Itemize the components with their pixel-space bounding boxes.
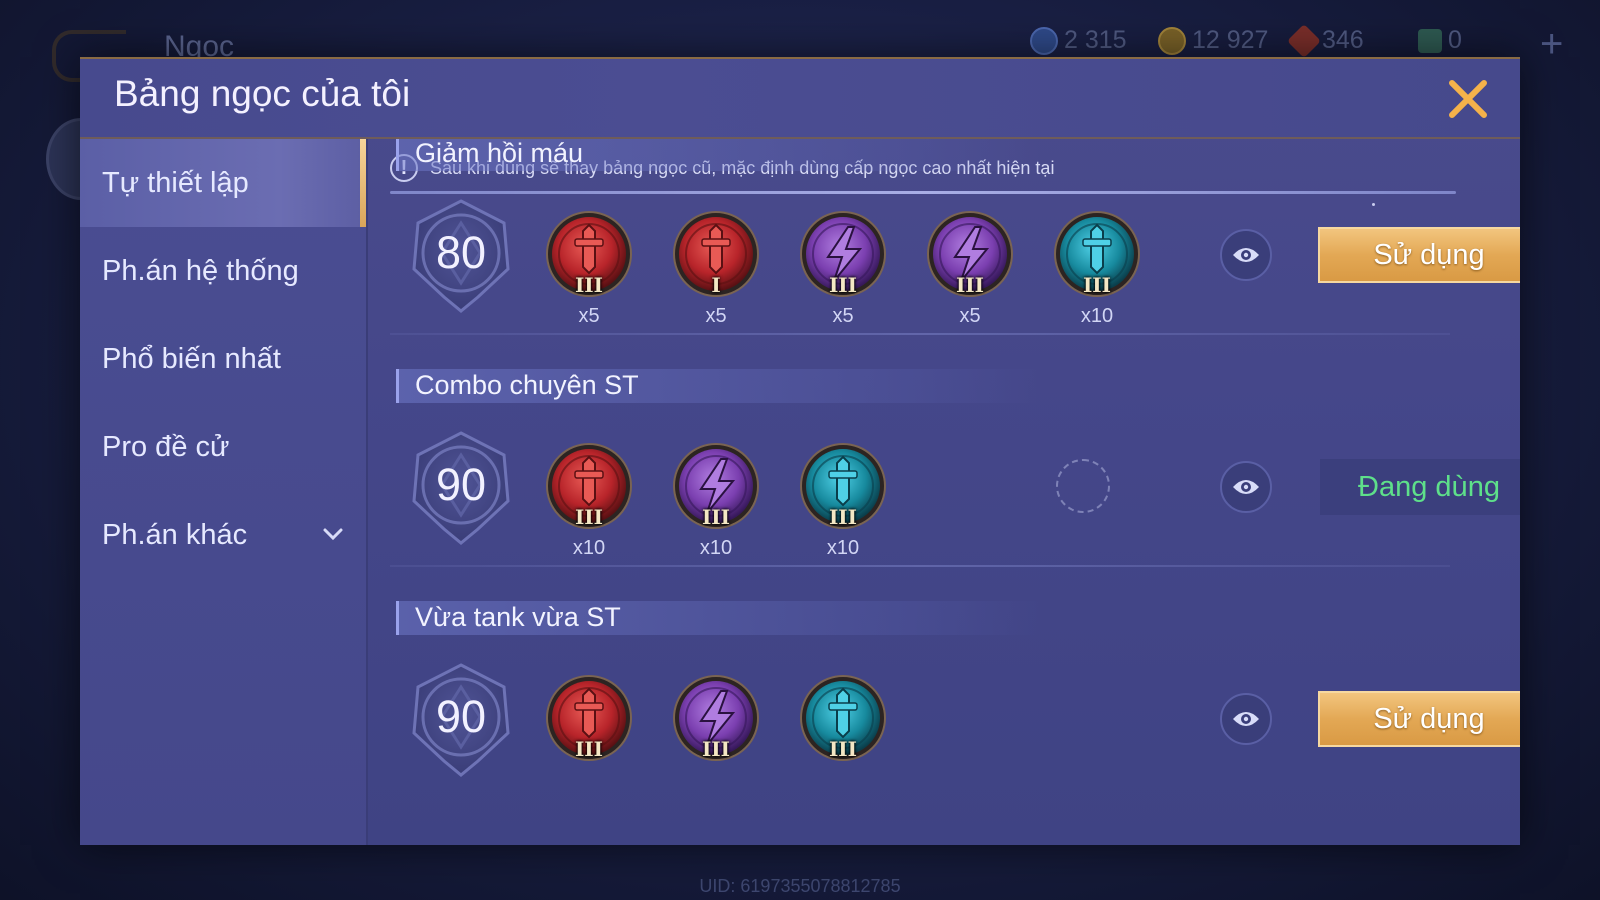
sidebar-item-other-plans[interactable]: Ph.án khác (80, 491, 366, 579)
teal-sword-gem-icon[interactable]: III (798, 441, 888, 537)
gem-count-label: x10 (826, 537, 860, 559)
currency-blue-gem: 2 315 (1030, 26, 1127, 55)
gem-count-label: x10 (699, 537, 733, 559)
teal-sword-gem-icon[interactable]: III (798, 673, 888, 769)
sidebar-item-label: Ph.án khác (102, 518, 248, 551)
sidebar-item-most-popular[interactable]: Phổ biến nhất (80, 315, 366, 403)
dialog-header: Bảng ngọc của tôi (80, 59, 1520, 139)
gem-tier-label: I (711, 273, 721, 297)
red-sword-gem-icon[interactable]: I (671, 209, 761, 305)
gem-tier-label: III (1082, 273, 1112, 297)
use-button[interactable]: Sử dụng (1318, 227, 1520, 283)
blue-gem-coin-icon (1030, 26, 1058, 55)
gem-count-label: x5 (959, 305, 981, 327)
gem-tier-label: III (574, 273, 604, 297)
gem-count-label: x5 (832, 305, 854, 327)
section-title: Giảm hồi máu (415, 139, 584, 168)
gem-tier-label: III (574, 505, 604, 529)
level-value: 80 (435, 227, 487, 278)
section-title: Combo chuyên ST (415, 370, 639, 400)
gem-tier-label: III (701, 505, 731, 529)
sidebar-item-custom[interactable]: Tự thiết lập (80, 139, 366, 227)
sidebar: Tự thiết lập Ph.án hệ thống Phổ biến nhấ… (80, 139, 368, 845)
dialog-title: Bảng ngọc của tôi (114, 73, 411, 114)
section-header: Vừa tank vừa ST (396, 601, 1041, 635)
level-value: 90 (435, 459, 487, 510)
red-sword-gem-icon[interactable]: III (544, 209, 634, 305)
gem-count-label: x10 (572, 537, 606, 559)
purple-lightning-gem-icon[interactable]: III (671, 441, 761, 537)
eye-icon (1233, 712, 1259, 726)
level-value: 90 (435, 691, 487, 742)
currency-voucher: 0 (1418, 26, 1462, 55)
teal-sword-gem-icon[interactable]: III (1052, 209, 1142, 305)
gem-tier-label: III (701, 737, 731, 761)
divider (390, 191, 1456, 194)
close-icon (1449, 80, 1487, 118)
in-use-status: Đang dùng (1320, 459, 1520, 515)
gem-count-label: x5 (705, 305, 727, 327)
level-badge: 90 (408, 429, 514, 547)
level-badge: 80 (408, 197, 514, 315)
red-ruby-icon (1287, 23, 1321, 58)
red-sword-gem-icon[interactable]: III (544, 441, 634, 537)
purple-lightning-gem-icon[interactable]: III (671, 673, 761, 769)
section-header: Combo chuyên ST (396, 369, 1041, 403)
preview-button[interactable] (1220, 461, 1272, 513)
gem-tier-label: III (828, 273, 858, 297)
currency-gold: 12 927 (1158, 26, 1268, 55)
sidebar-item-pro-recommended[interactable]: Pro đề cử (80, 403, 366, 491)
purple-lightning-gem-icon[interactable]: III (798, 209, 888, 305)
scroll-indicator (1372, 203, 1375, 206)
gem-count-label: x5 (578, 305, 600, 327)
sidebar-item-label: Pro đề cử (102, 430, 230, 463)
gem-plan-list[interactable]: ! Sau khi dùng sẽ thay bảng ngọc cũ, mặc… (368, 139, 1520, 845)
gold-coin-icon (1158, 26, 1186, 55)
sidebar-item-label: Ph.án hệ thống (102, 254, 299, 287)
gem-tier-label: III (828, 505, 858, 529)
chevron-down-icon (323, 528, 343, 541)
preview-button[interactable] (1220, 229, 1272, 281)
green-voucher-icon (1418, 28, 1442, 53)
divider (390, 565, 1450, 567)
divider (390, 333, 1450, 335)
loading-spinner-icon (1056, 459, 1110, 513)
uid-label: UID: 6197355078812785 (699, 876, 901, 896)
level-badge: 90 (408, 661, 514, 779)
gem-tier-label: III (828, 737, 858, 761)
eye-icon (1233, 248, 1259, 262)
add-currency-icon[interactable]: + (1540, 22, 1563, 67)
gem-board-dialog: Bảng ngọc của tôi Tự thiết lập Ph.án hệ … (80, 57, 1520, 845)
currency-ruby: 346 (1287, 23, 1364, 58)
close-button[interactable] (1446, 77, 1490, 121)
red-sword-gem-icon[interactable]: III (544, 673, 634, 769)
purple-lightning-gem-icon[interactable]: III (925, 209, 1015, 305)
gem-tier-label: III (574, 737, 604, 761)
gem-count-label: x10 (1080, 305, 1114, 327)
eye-icon (1233, 480, 1259, 494)
section-title: Vừa tank vừa ST (415, 602, 621, 632)
preview-button[interactable] (1220, 693, 1272, 745)
use-button[interactable]: Sử dụng (1318, 691, 1520, 747)
section-header: Giảm hồi máu (396, 139, 1041, 171)
sidebar-item-label: Tự thiết lập (102, 166, 249, 199)
gem-tier-label: III (955, 273, 985, 297)
sidebar-item-label: Phổ biến nhất (102, 342, 281, 375)
sidebar-item-system-plans[interactable]: Ph.án hệ thống (80, 227, 366, 315)
